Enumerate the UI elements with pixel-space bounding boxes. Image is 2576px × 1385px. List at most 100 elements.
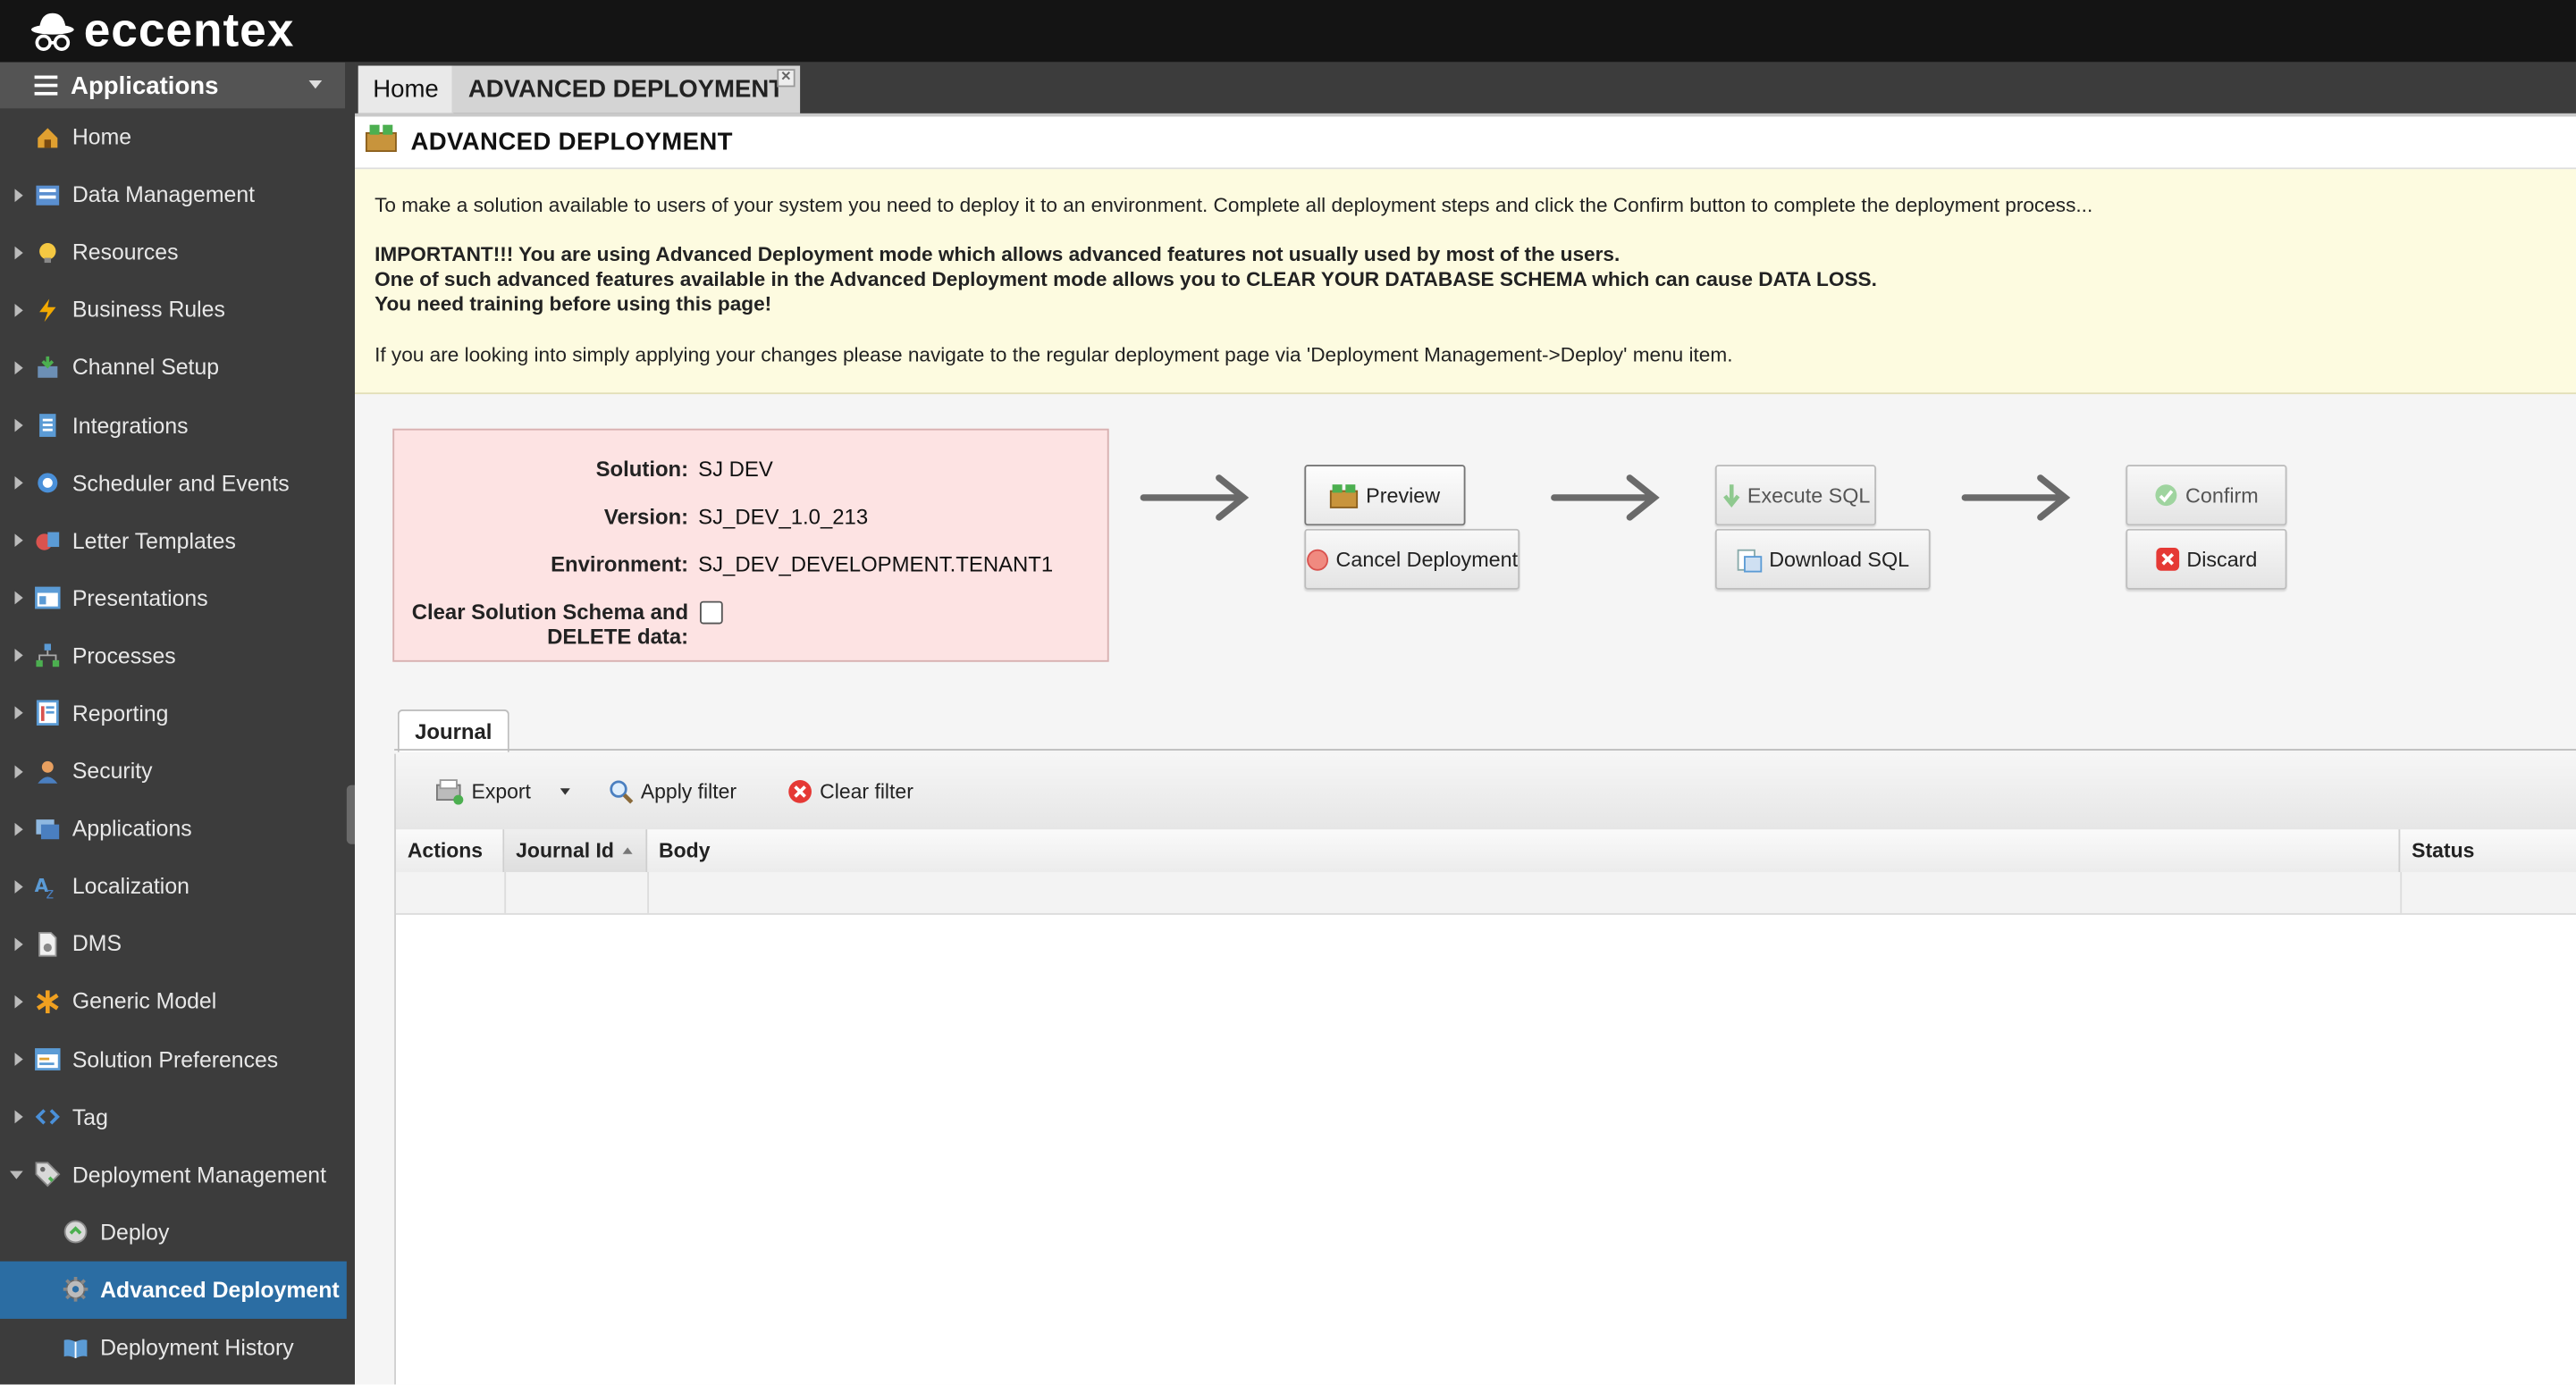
brand-logo[interactable]: eccentex [29, 5, 294, 57]
expand-arrow-icon[interactable] [14, 879, 23, 894]
sidebar-item-data-management[interactable]: Data Management [0, 166, 355, 224]
column-header-actions[interactable]: Actions [396, 829, 505, 872]
notice-warning-3: You need training before using this page… [375, 292, 772, 315]
clear-schema-checkbox[interactable] [699, 600, 723, 625]
expand-arrow-icon[interactable] [14, 361, 23, 374]
sidebar-item-resources[interactable]: Resources [0, 223, 355, 281]
solution-value: SJ DEV [698, 456, 773, 482]
version-value: SJ_DEV_1.0_213 [698, 504, 869, 529]
package-icon [1330, 483, 1359, 508]
sidebar-subitem-advanced-deployment[interactable]: Advanced Deployment [0, 1261, 347, 1319]
export-button[interactable]: Export [435, 778, 531, 805]
expand-arrow-icon[interactable] [14, 937, 23, 951]
table-cell [396, 871, 507, 913]
top-bar: eccentex [0, 0, 2576, 63]
preview-button[interactable]: Preview [1304, 465, 1466, 526]
download-icon [1737, 548, 1762, 572]
apply-filter-button[interactable]: Apply filter [608, 778, 737, 804]
confirm-button[interactable]: Confirm [2126, 465, 2287, 526]
sidebar-item-label: Advanced Deployment [100, 1277, 340, 1303]
collapse-arrow-icon[interactable] [10, 1171, 23, 1179]
sidebar-item-generic-model[interactable]: Generic Model [0, 973, 355, 1031]
applications-icon [35, 816, 61, 842]
download-sql-button[interactable]: Download SQL [1714, 528, 1931, 590]
expand-arrow-icon[interactable] [14, 303, 23, 317]
expand-arrow-icon[interactable] [14, 707, 23, 720]
cancel-deployment-label: Cancel Deployment [1335, 547, 1519, 571]
version-label: Version: [603, 504, 689, 529]
expand-arrow-icon[interactable] [14, 764, 23, 778]
execute-sql-label: Execute SQL [1747, 483, 1871, 508]
table-row[interactable] [395, 871, 2576, 915]
sidebar-subitem-deployment-history[interactable]: Deployment History [0, 1319, 355, 1377]
sidebar-item-business-rules[interactable]: Business Rules [0, 281, 355, 340]
sidebar-item-home[interactable]: Home [0, 108, 355, 166]
close-icon[interactable]: ✕ [777, 69, 796, 88]
tab-advanced-deployment[interactable]: ADVANCED DEPLOYMENT ✕ [451, 65, 801, 113]
notice-footer: If you are looking into simply applying … [375, 343, 1733, 366]
sidebar-item-localization[interactable]: Az Localization [0, 858, 355, 916]
sidebar-item-label: Solution Preferences [72, 1046, 279, 1072]
expand-arrow-icon[interactable] [14, 188, 23, 202]
tab-journal[interactable]: Journal [397, 709, 509, 752]
arrow-down-icon [1722, 483, 1739, 508]
expand-arrow-icon[interactable] [14, 822, 23, 835]
column-header-journal-id[interactable]: Journal Id [504, 829, 648, 872]
sidebar-item-label: Channel Setup [72, 355, 220, 381]
export-label: Export [471, 780, 531, 803]
column-header-status[interactable]: Status [2400, 829, 2576, 872]
tab-home[interactable]: Home [358, 65, 454, 113]
spy-hat-icon [30, 13, 74, 51]
localization-icon: Az [35, 873, 61, 900]
processes-icon [35, 642, 61, 668]
cancel-deployment-button[interactable]: Cancel Deployment [1304, 528, 1520, 590]
main-content: ADVANCED DEPLOYMENT To make a solution a… [355, 116, 2576, 1385]
sidebar-item-tag[interactable]: Tag [0, 1088, 355, 1146]
sidebar-item-channel-setup[interactable]: Channel Setup [0, 339, 355, 397]
sidebar-item-reporting[interactable]: Reporting [0, 684, 355, 743]
sidebar-item-label: DMS [72, 931, 122, 957]
expand-arrow-icon[interactable] [14, 1110, 23, 1124]
expand-arrow-icon[interactable] [14, 476, 23, 490]
expand-arrow-icon[interactable] [14, 995, 23, 1009]
expand-arrow-icon[interactable] [14, 246, 23, 259]
sidebar-item-presentations[interactable]: Presentations [0, 569, 355, 627]
sidebar-item-solution-preferences[interactable]: Solution Preferences [0, 1030, 355, 1088]
expand-arrow-icon[interactable] [14, 1053, 23, 1066]
sidebar-item-label: Scheduler and Events [72, 470, 290, 496]
sidebar-item-dms[interactable]: DMS [0, 915, 355, 973]
applications-menu-header[interactable]: Applications [0, 62, 345, 109]
sidebar-item-integrations[interactable]: Integrations [0, 397, 355, 455]
deployment-parameters: Solution: SJ DEV Version: SJ_DEV_1.0_213… [392, 428, 1109, 662]
sidebar-item-scheduler-and-events[interactable]: Scheduler and Events [0, 454, 355, 512]
journal-toolbar: Export Apply filter Clear filter [395, 753, 2576, 832]
download-sql-label: Download SQL [1769, 547, 1910, 571]
arrow-right-icon [1961, 474, 2071, 521]
expand-arrow-icon[interactable] [14, 418, 23, 432]
execute-sql-button[interactable]: Execute SQL [1714, 465, 1876, 526]
gear-icon [63, 1277, 88, 1303]
sidebar-item-letter-templates[interactable]: Letter Templates [0, 512, 355, 570]
export-dropdown-icon[interactable] [560, 788, 570, 795]
discard-button[interactable]: Discard [2126, 528, 2287, 590]
expand-arrow-icon[interactable] [14, 533, 23, 548]
column-header-body[interactable]: Body [647, 829, 2401, 872]
sidebar-item-security[interactable]: Security [0, 743, 355, 801]
hamburger-icon [34, 75, 58, 96]
clear-filter-label: Clear filter [820, 780, 913, 803]
close-circle-icon [788, 780, 812, 803]
asterisk-icon [35, 988, 61, 1014]
sidebar-subitem-deploy[interactable]: Deploy [0, 1204, 355, 1262]
expand-arrow-icon[interactable] [14, 592, 23, 605]
sidebar-item-applications[interactable]: Applications [0, 800, 355, 858]
clear-filter-button[interactable]: Clear filter [787, 778, 913, 804]
sidebar-item-processes[interactable]: Processes [0, 627, 355, 685]
expand-arrow-icon[interactable] [14, 649, 23, 663]
sidebar-item-deployment-management[interactable]: Deployment Management [0, 1146, 355, 1204]
preferences-icon [35, 1046, 61, 1072]
sidebar-item-label: Deployment Management [72, 1162, 327, 1188]
sidebar-item-label: Business Rules [72, 298, 225, 323]
letter-templates-icon [35, 527, 61, 553]
deploy-icon [63, 1219, 88, 1245]
solution-label: Solution: [595, 456, 689, 482]
